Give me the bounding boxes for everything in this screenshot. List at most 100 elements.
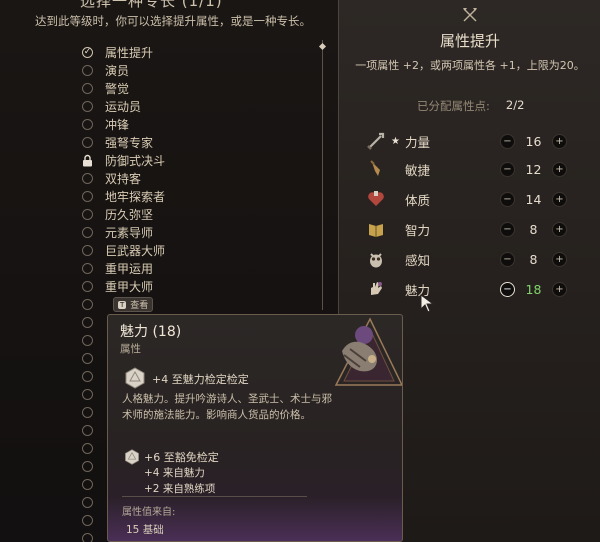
feat-option-label: 属性提升: [105, 45, 154, 60]
radio-button-icon: [82, 478, 93, 490]
radio-button-icon: [82, 496, 93, 508]
tooltip-source-label: 属性值来自:: [122, 507, 176, 518]
feat-option[interactable]: 历久弥坚: [82, 205, 302, 223]
feat-selection-title: 选择一种专长 (1/1): [80, 0, 223, 10]
feat-selection-subtitle: 达到此等级时，你可以选择提升属性，或是一种专长。: [35, 14, 311, 28]
radio-button-icon: [82, 226, 93, 238]
feat-option[interactable]: 重甲运用: [82, 259, 302, 277]
panel-title: 属性提升: [439, 32, 500, 50]
feat-option-label: 防御式决斗: [105, 153, 166, 168]
attribute-value: 8: [529, 251, 538, 267]
feat-option-label: 双持客: [105, 171, 142, 186]
feat-option[interactable]: 防御式决斗: [82, 151, 302, 169]
d20-die-icon: [124, 449, 140, 469]
increase-button[interactable]: +: [552, 221, 567, 237]
feat-option-label: 历久弥坚: [105, 207, 154, 222]
attribute-row: 敏捷 −12 +: [365, 158, 595, 180]
decrease-button[interactable]: −: [500, 251, 515, 267]
crossed-axes-icon: [461, 7, 479, 23]
feat-option[interactable]: ✓ 属性提升: [82, 43, 302, 61]
feat-option[interactable]: 巨武器大师: [82, 241, 302, 259]
view-hint-key: T: [118, 300, 127, 309]
attribute-value: 16: [525, 133, 542, 149]
feat-option[interactable]: 冲锋: [82, 115, 302, 133]
tooltip-subtitle: 属性: [120, 343, 141, 355]
attribute-name: 智力: [405, 222, 431, 238]
attribute-value: 18: [525, 281, 542, 297]
attribute-value: 12: [525, 161, 542, 177]
radio-button-icon: [82, 406, 93, 418]
tooltip-divider: [122, 496, 307, 497]
hand-icon: [365, 278, 387, 300]
feat-option[interactable]: 双持客: [82, 169, 302, 187]
tooltip-description: 人格魅力。提升吟游诗人、圣武士、术士与邪术师的施法能力。影响商人货品的价格。: [122, 393, 332, 421]
feat-option-label: 地牢探索者: [105, 189, 166, 204]
radio-button-icon: [82, 118, 93, 130]
radio-button-icon: [82, 316, 93, 328]
tooltip-save-source: +4 来自魅力: [144, 467, 205, 479]
radio-button-icon: [82, 388, 93, 400]
feat-option-label: 警觉: [105, 81, 130, 96]
increase-button[interactable]: +: [552, 191, 567, 207]
attribute-row: 智力 −8 +: [365, 218, 595, 240]
feat-option[interactable]: 重甲大师: [82, 277, 302, 295]
feat-option-label: 强弩专家: [105, 135, 154, 150]
decrease-button[interactable]: −: [500, 281, 515, 297]
attribute-name: 力量: [405, 134, 431, 150]
feat-option[interactable]: 演员: [82, 61, 302, 79]
feat-option-label: 演员: [105, 63, 130, 78]
radio-button-icon: [82, 136, 93, 148]
primary-star-icon: ★: [391, 135, 400, 147]
radio-button-icon: [82, 370, 93, 382]
decrease-button[interactable]: −: [500, 191, 515, 207]
view-hint[interactable]: T 查看: [113, 297, 154, 312]
feat-option[interactable]: 运动员: [82, 97, 302, 115]
feat-option-label: 重甲大师: [105, 279, 154, 294]
decrease-button[interactable]: −: [500, 161, 515, 177]
feat-option[interactable]: 元素导师: [82, 223, 302, 241]
owl-icon: [365, 248, 387, 270]
heart-icon: [365, 188, 387, 210]
charisma-hand-illustration-icon: [330, 315, 402, 395]
attribute-name: 敏捷: [405, 162, 431, 178]
radio-button-icon: [82, 424, 93, 436]
feat-option-label: 重甲运用: [105, 261, 154, 276]
radio-button-icon: [82, 82, 93, 94]
feat-option[interactable]: 强弩专家: [82, 133, 302, 151]
feat-list-scroll-thumb[interactable]: [318, 42, 327, 51]
d20-die-icon: [124, 367, 146, 393]
decrease-button[interactable]: −: [500, 221, 515, 237]
feat-list-scrollbar[interactable]: [322, 40, 323, 310]
checkmark-icon: ✓: [82, 46, 93, 58]
sword-icon: [365, 130, 387, 152]
view-hint-label: 查看: [130, 301, 149, 311]
increase-button[interactable]: +: [552, 281, 567, 297]
radio-button-icon: [82, 298, 93, 310]
radio-button-icon: [82, 514, 93, 526]
tooltip-source-value: 15 基础: [126, 524, 164, 536]
points-allocated: 已分配属性点: 2/2: [417, 98, 524, 114]
points-label: 已分配属性点:: [417, 99, 490, 113]
radio-button-icon: [82, 208, 93, 220]
attribute-row: 感知 −8 +: [365, 248, 595, 270]
decrease-button[interactable]: −: [500, 133, 515, 149]
attribute-name: 体质: [405, 192, 431, 208]
increase-button[interactable]: +: [552, 251, 567, 267]
feat-option[interactable]: 地牢探索者: [82, 187, 302, 205]
feat-option-label: 巨武器大师: [105, 243, 166, 258]
attribute-name: 感知: [405, 252, 431, 268]
increase-button[interactable]: +: [552, 161, 567, 177]
tooltip-save-bonus: +6 至豁免检定: [144, 451, 219, 464]
mouse-cursor-icon: [420, 294, 436, 318]
feat-option-label: 冲锋: [105, 117, 130, 132]
attribute-row: 魅力 −18 +: [365, 278, 595, 300]
radio-button-icon: [82, 280, 93, 292]
radio-button-icon: [82, 64, 93, 76]
increase-button[interactable]: +: [552, 133, 567, 149]
tooltip-check-bonus: +4 至魅力检定检定: [152, 373, 249, 386]
attribute-row: ★ 力量 −16 +: [365, 130, 595, 152]
radio-button-icon: [82, 460, 93, 472]
radio-button-icon: [82, 442, 93, 454]
feat-option-label: 元素导师: [105, 225, 154, 240]
feat-option[interactable]: 警觉: [82, 79, 302, 97]
